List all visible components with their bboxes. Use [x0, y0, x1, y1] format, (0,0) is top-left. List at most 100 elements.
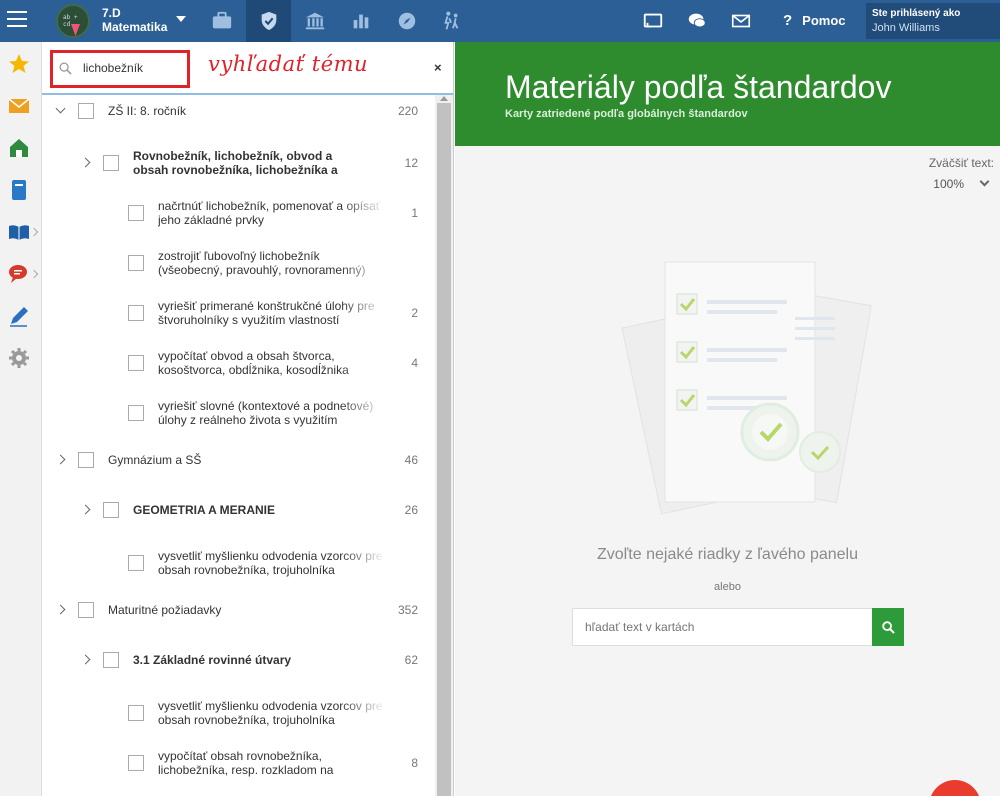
speech-bubble-icon[interactable]: [7, 262, 31, 286]
chevron-right-icon[interactable]: [80, 157, 91, 168]
tree-row-label-line: vysvetliť myšlienku odvodenia vzorcov pr…: [158, 699, 383, 713]
tree-row-checkbox[interactable]: [128, 405, 144, 421]
tree-row-count: 62: [404, 653, 418, 667]
people-walking-icon[interactable]: [429, 0, 474, 42]
tree-row-label-line: štvoruholníky s využitím vlastností: [158, 313, 340, 327]
tree-row-checkbox[interactable]: [78, 602, 94, 618]
standards-tree: ZŠ II: 8. ročník 220 Rovnobežník, lichobež…: [42, 95, 435, 796]
caret-down-icon[interactable]: [176, 16, 186, 22]
compass-icon[interactable]: [384, 0, 429, 42]
tree-row-label-line: lichobežníka, resp. rozkladom na: [158, 763, 334, 777]
empty-state-message: Zvoľte nejaké riadky z ľavého panelu: [596, 546, 859, 563]
cast-icon[interactable]: [642, 10, 664, 32]
class-selector[interactable]: 7.D Matematika: [102, 6, 167, 34]
briefcase-icon[interactable]: [199, 0, 244, 42]
mail-icon[interactable]: [730, 10, 752, 32]
tree-row-label: 3.1 Základné rovinné útvary: [133, 653, 383, 667]
tree-row-label-line: 3.1 Základné rovinné útvary: [133, 653, 292, 667]
standards-panel: vyhľadať tému × ZŠ II: 8. ročník 220 Rovno…: [42, 42, 454, 796]
tree-row-label-line: vyriešiť slovné (kontextové a podnetové): [158, 399, 374, 413]
tree-row-label: Rovnobežník, lichobežník, obvod a obsah r…: [133, 149, 383, 177]
chevron-right-icon[interactable]: [55, 454, 66, 465]
materials-content: Materiály podľa štandardov Karty zatried…: [455, 42, 1000, 796]
envelope-icon[interactable]: [7, 94, 31, 118]
tree-row[interactable]: 3.1 Základné rovinné útvary 62: [42, 645, 435, 675]
tree-row[interactable]: Maturitné požiadavky 352: [42, 595, 435, 625]
tree-row[interactable]: Gymnázium a SŠ 46: [42, 445, 435, 475]
tree-row-label: Maturitné požiadavky: [108, 603, 358, 617]
search-annotation: vyhľadať tému: [208, 52, 369, 76]
scroll-up-icon[interactable]: [440, 96, 448, 101]
tree-row-checkbox[interactable]: [128, 755, 144, 771]
tree-row-checkbox[interactable]: [128, 705, 144, 721]
chevron-right-icon[interactable]: [80, 504, 91, 515]
topic-search-input[interactable]: [83, 61, 183, 75]
help-link[interactable]: ? Pomoc: [783, 12, 846, 29]
user-box[interactable]: Ste prihlásený ako John Williams: [866, 3, 1000, 39]
tree-row[interactable]: GEOMETRIA A MERANIE 26: [42, 495, 435, 525]
gear-icon[interactable]: [7, 346, 31, 370]
tree-row-checkbox[interactable]: [78, 103, 94, 119]
tree-row[interactable]: zostrojiť ľubovoľný lichobežník (všeobecn…: [42, 243, 435, 283]
shield-check-icon[interactable]: [246, 0, 291, 42]
tree-row-checkbox[interactable]: [103, 652, 119, 668]
home-icon[interactable]: [7, 136, 31, 160]
tree-row[interactable]: vypočítať obsah rovnobežníka, lichobežník…: [42, 743, 435, 783]
scroll-thumb[interactable]: [437, 103, 451, 796]
page-subtitle: Karty zatriedené podľa globálnych štanda…: [505, 108, 748, 120]
tree-row[interactable]: vyriešiť primerané konštrukčné úlohy pre…: [42, 293, 435, 333]
tree-row-checkbox[interactable]: [128, 555, 144, 571]
clear-search-icon[interactable]: ×: [434, 60, 442, 75]
tree-row-count: 46: [404, 453, 418, 467]
chevron-down-icon[interactable]: [55, 103, 66, 114]
tree-row-label-line: (všeobecný, pravouhlý, rovnoramenný): [158, 263, 366, 277]
pencil-icon[interactable]: [7, 304, 31, 328]
tree-row-label-line: obsah rovnobežníka, lichobežníka a: [133, 163, 338, 177]
star-icon[interactable]: [7, 52, 31, 76]
tree-row-label-line: obsah rovnobežníka, trojuholníka: [158, 563, 335, 577]
tree-row[interactable]: vysvetliť myšlienku odvodenia vzorcov pr…: [42, 693, 435, 733]
card-search-input[interactable]: [572, 608, 873, 646]
tree-row-checkbox[interactable]: [103, 502, 119, 518]
tree-row-label: vypočítať obsah rovnobežníka, lichobežník…: [158, 749, 386, 777]
tree-row-checkbox[interactable]: [128, 305, 144, 321]
tree-row-label-line: načrtnúť lichobežník, pomenovať a opísať: [158, 199, 381, 213]
zoom-select[interactable]: 100%: [933, 177, 964, 191]
tree-row-checkbox[interactable]: [128, 255, 144, 271]
chevron-right-icon[interactable]: [55, 604, 66, 615]
tree-row-label-line: zostrojiť ľubovoľný lichobežník: [158, 249, 320, 263]
tree-row[interactable]: vypočítať obvod a obsah štvorca, kosoštvo…: [42, 343, 435, 383]
pencil-icon: [71, 24, 80, 36]
chat-icon[interactable]: [686, 10, 708, 32]
tree-row[interactable]: vysvetliť myšlienku odvodenia vzorcov pr…: [42, 543, 435, 583]
page-title: Materiály podľa štandardov: [505, 69, 892, 105]
tree-row-label: vysvetliť myšlienku odvodenia vzorcov pr…: [158, 549, 386, 577]
tree-row-label-line: vypočítať obvod a obsah štvorca,: [158, 349, 335, 363]
tree-row-label-line: jeho základné prvky: [158, 213, 265, 227]
institution-icon[interactable]: [292, 0, 337, 42]
help-label: Pomoc: [802, 13, 846, 28]
tree-row-checkbox[interactable]: [128, 355, 144, 371]
tree-row[interactable]: načrtnúť lichobežník, pomenovať a opísať…: [42, 193, 435, 233]
tree-row-label-line: úlohy z reálneho života s využitím: [158, 413, 338, 427]
tree-row-checkbox[interactable]: [103, 155, 119, 171]
tree-row[interactable]: Rovnobežník, lichobežník, obvod a obsah r…: [42, 143, 435, 183]
chevron-right-icon[interactable]: [80, 654, 91, 665]
card-search-button[interactable]: [872, 608, 904, 646]
tree-row[interactable]: ZŠ II: 8. ročník 220: [42, 96, 435, 126]
bar-chart-icon[interactable]: [338, 0, 383, 42]
search-icon: [881, 620, 895, 634]
tree-row-label-line: vysvetliť myšlienku odvodenia vzorcov pr…: [158, 549, 383, 563]
tree-scrollbar[interactable]: [435, 95, 453, 796]
tree-row-checkbox[interactable]: [128, 205, 144, 221]
notebook-icon[interactable]: [7, 178, 31, 202]
tree-row-checkbox[interactable]: [78, 452, 94, 468]
tree-row[interactable]: vyriešiť slovné (kontextové a podnetové)…: [42, 393, 435, 433]
open-book-icon[interactable]: [7, 220, 31, 244]
hamburger-menu-icon[interactable]: [7, 11, 27, 29]
chevron-down-icon[interactable]: [979, 176, 990, 187]
class-avatar[interactable]: ab + cd: [56, 4, 90, 38]
tree-row-label-line: Maturitné požiadavky: [108, 603, 222, 617]
floating-action-button[interactable]: [929, 780, 981, 796]
tree-row-label: vysvetliť myšlienku odvodenia vzorcov pr…: [158, 699, 386, 727]
